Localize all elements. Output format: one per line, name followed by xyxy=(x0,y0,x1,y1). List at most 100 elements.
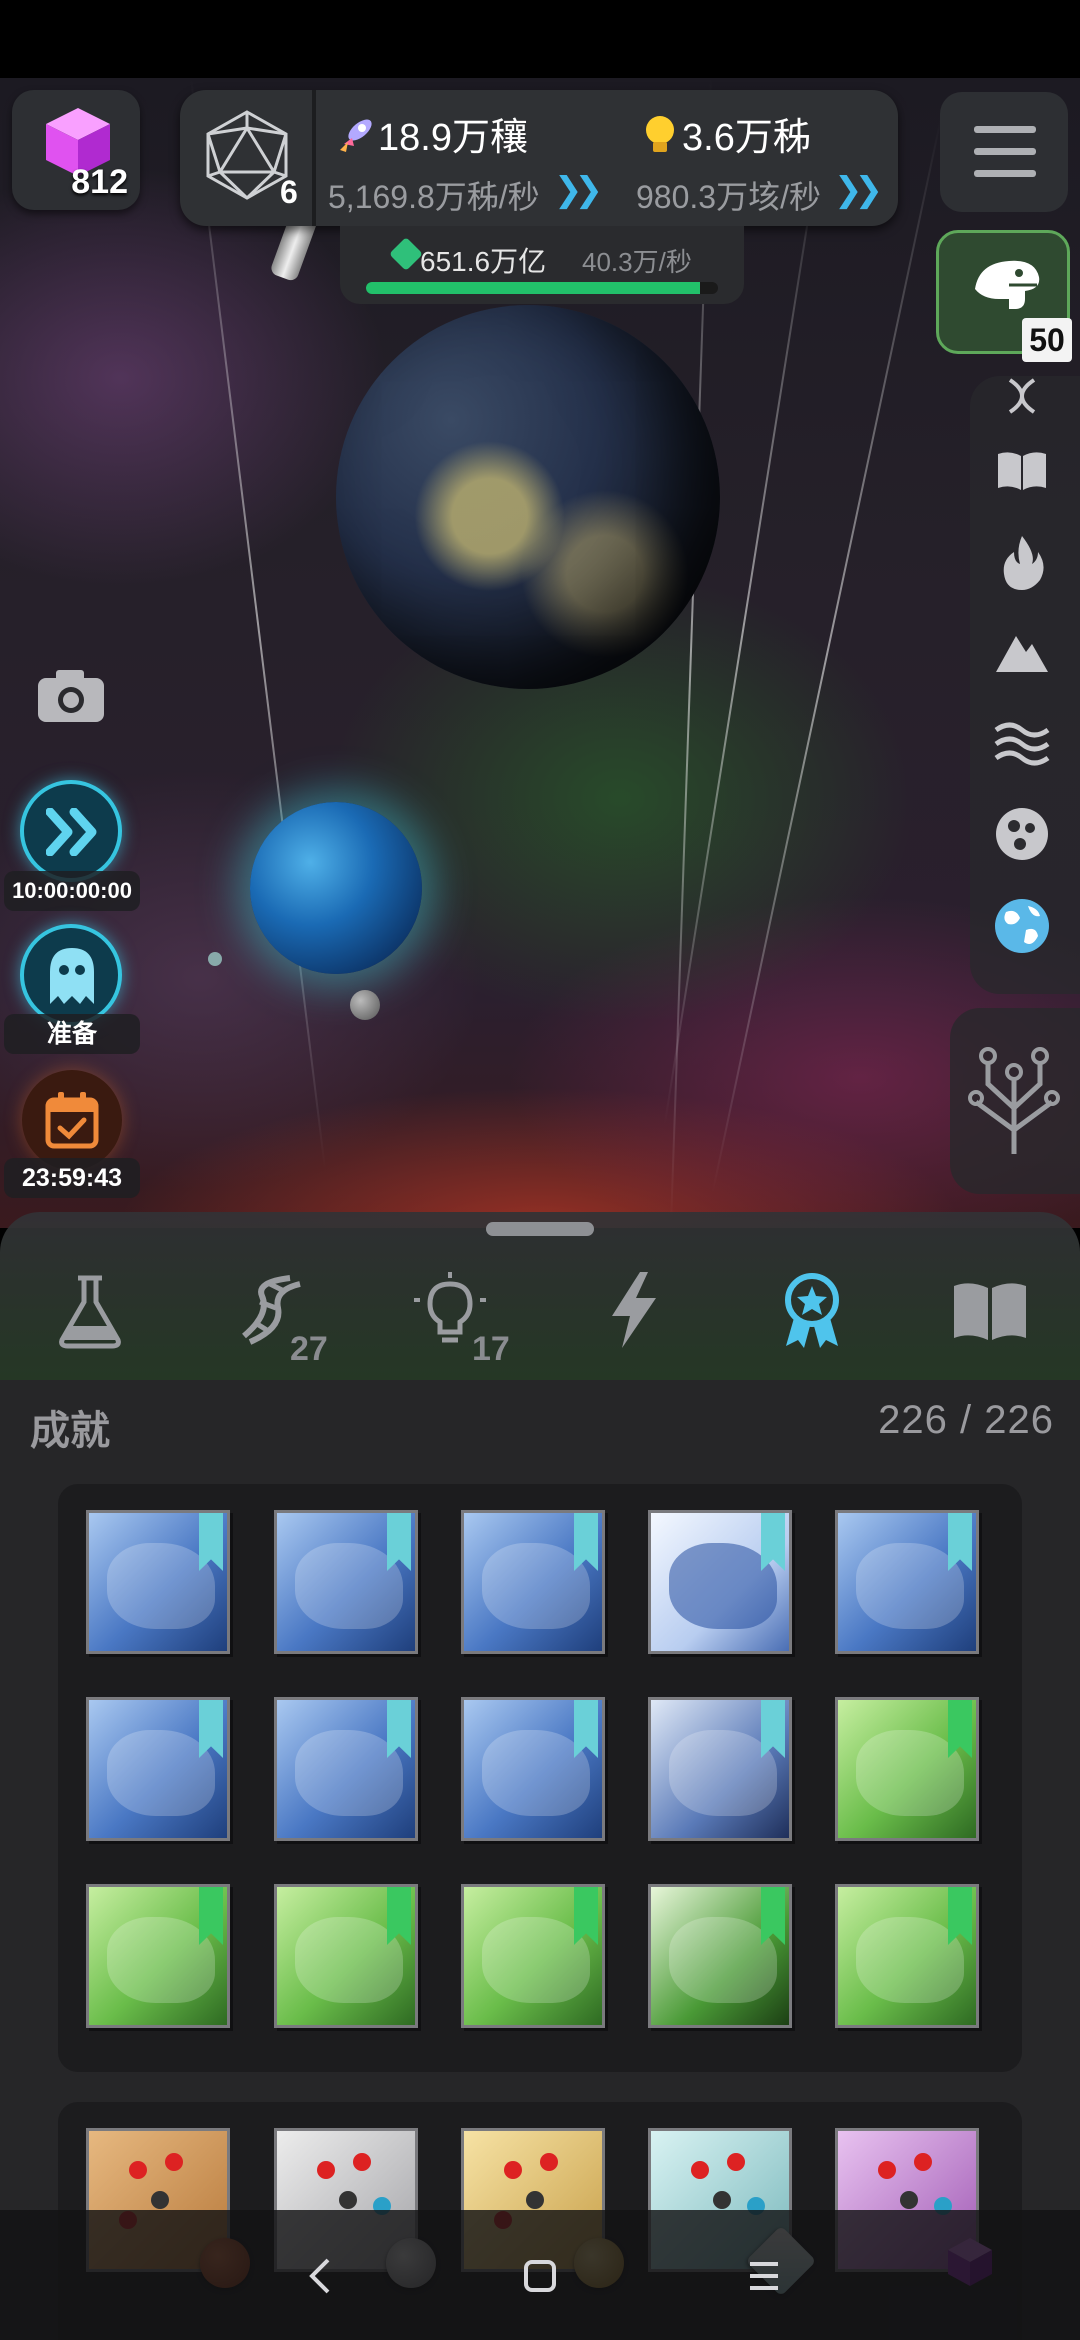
atom xyxy=(353,2153,371,2171)
cyborg-art xyxy=(295,1730,403,1816)
sheet-drag-handle[interactable] xyxy=(486,1222,594,1236)
mountain-icon[interactable] xyxy=(992,620,1052,680)
dna-art xyxy=(107,1543,215,1629)
evolution-tree-button[interactable] xyxy=(950,1008,1080,1194)
achievement-tile-raptor[interactable] xyxy=(835,1884,979,2028)
matter-progress-fill xyxy=(366,282,701,294)
divider xyxy=(312,90,316,226)
achievement-tile-trex[interactable] xyxy=(274,1884,418,2028)
planet-art xyxy=(482,1730,590,1816)
raptor-art xyxy=(856,1917,964,2003)
resource2-rate: 980.3万垓/秒 xyxy=(636,179,821,215)
fast-forward-icon xyxy=(46,808,97,856)
tab-achievements[interactable] xyxy=(772,1270,852,1350)
face-art xyxy=(107,1730,215,1816)
book-icon[interactable] xyxy=(992,440,1052,500)
gem-shop-button[interactable]: 812 xyxy=(12,90,140,210)
lions-art xyxy=(669,1730,777,1816)
atom xyxy=(526,2191,544,2209)
rocket-icon xyxy=(340,119,372,152)
atom xyxy=(317,2161,335,2179)
tab-encyclopedia[interactable] xyxy=(950,1270,1030,1350)
lightbulb-icon xyxy=(646,116,674,152)
resource-panel[interactable]: 6 18.9万穰 5,169.8万秭/秒 ❯❯ 3.6万秭 980.3万垓/秒 … xyxy=(180,90,898,226)
calendar-timer: 23:59:43 xyxy=(4,1158,140,1198)
game-screen: 812 6 18.9万穰 5,169.8万秭/秒 ❯❯ 3.6万秭 980.3万… xyxy=(0,0,1080,2340)
planet-earth[interactable] xyxy=(250,802,422,974)
ribbon-icon xyxy=(948,1700,972,1758)
fast-forward-icon: ❯❯ xyxy=(834,171,883,209)
planet-large[interactable] xyxy=(336,305,720,689)
achievement-tile-planet[interactable] xyxy=(461,1697,605,1841)
achievement-tile-crocodile[interactable] xyxy=(461,1884,605,2028)
atom xyxy=(900,2191,918,2209)
resource1-value: 18.9万穰 xyxy=(378,117,528,159)
dna-icon[interactable] xyxy=(992,376,1052,416)
bird-art xyxy=(669,1917,777,2003)
tab-research[interactable] xyxy=(50,1270,130,1350)
ribbon-icon xyxy=(387,1513,411,1571)
matter-progress-bar xyxy=(366,282,718,294)
time-warp-button[interactable] xyxy=(20,780,122,882)
achievement-tile-bird[interactable] xyxy=(648,1884,792,2028)
matter-value: 651.6万亿 xyxy=(420,246,547,277)
menu-button[interactable] xyxy=(940,92,1068,212)
atom xyxy=(691,2161,709,2179)
ribbon-icon xyxy=(199,1513,223,1571)
atom xyxy=(129,2161,147,2179)
achievement-tile-cyborg[interactable] xyxy=(274,1697,418,1841)
bottom-sheet-tabs xyxy=(0,1212,1080,1380)
atom xyxy=(165,2153,183,2171)
home-icon[interactable] xyxy=(508,2244,572,2308)
fire-icon[interactable] xyxy=(992,532,1052,592)
achievement-tile-lions[interactable] xyxy=(648,1697,792,1841)
fish-art xyxy=(482,1543,590,1629)
ghost-status-label: 准备 xyxy=(4,1014,140,1054)
achievement-tile-dna[interactable] xyxy=(86,1510,230,1654)
achievement-tile-egg[interactable] xyxy=(86,1884,230,2028)
atom xyxy=(504,2161,522,2179)
ribbon-icon xyxy=(574,1700,598,1758)
achievement-tile-humans[interactable] xyxy=(835,1510,979,1654)
achievement-tile-skull[interactable] xyxy=(835,1697,979,1841)
light-beam xyxy=(711,117,942,1195)
cells-icon[interactable] xyxy=(992,804,1052,864)
atom xyxy=(151,2191,169,2209)
egg-art xyxy=(107,1917,215,2003)
ghost-button[interactable] xyxy=(20,924,122,1026)
moon xyxy=(350,990,380,1020)
resource2-value: 3.6万秭 xyxy=(682,117,811,159)
humans-art xyxy=(856,1543,964,1629)
rock-art xyxy=(669,1543,777,1629)
matter-panel[interactable]: 651.6万亿 40.3万/秒 xyxy=(340,226,744,304)
dinosaur-level-badge: 50 xyxy=(1022,318,1072,362)
dna-tab-count: 27 xyxy=(290,1330,328,1368)
back-icon[interactable] xyxy=(288,2244,352,2308)
ribbon-icon xyxy=(948,1887,972,1945)
achievement-tile-face[interactable] xyxy=(86,1697,230,1841)
waves-icon[interactable] xyxy=(992,712,1052,772)
ribbon-icon xyxy=(761,1887,785,1945)
daily-calendar-button[interactable] xyxy=(22,1070,122,1170)
menu-line xyxy=(974,126,1036,133)
recents-icon[interactable] xyxy=(732,2244,796,2308)
ideas-tab-count: 17 xyxy=(472,1330,510,1368)
fast-forward-icon: ❯❯ xyxy=(554,171,603,209)
matter-rate: 40.3万/秒 xyxy=(582,247,692,277)
achievement-tile-jellyfish[interactable] xyxy=(274,1510,418,1654)
atom xyxy=(914,2153,932,2171)
tab-energy[interactable] xyxy=(594,1270,674,1350)
ribbon-icon xyxy=(574,1887,598,1945)
achievement-tile-rock[interactable] xyxy=(648,1510,792,1654)
atom xyxy=(339,2191,357,2209)
ribbon-icon xyxy=(574,1513,598,1571)
section-title: 成就 xyxy=(30,1409,110,1453)
achievement-tile-fish[interactable] xyxy=(461,1510,605,1654)
gem-count: 812 xyxy=(71,163,128,201)
ribbon-icon xyxy=(761,1700,785,1758)
camera-icon[interactable] xyxy=(36,666,106,724)
ribbon-icon xyxy=(948,1513,972,1571)
green-gem-icon xyxy=(389,237,423,271)
tree-icon xyxy=(968,1047,1060,1154)
globe-icon[interactable] xyxy=(992,896,1052,956)
